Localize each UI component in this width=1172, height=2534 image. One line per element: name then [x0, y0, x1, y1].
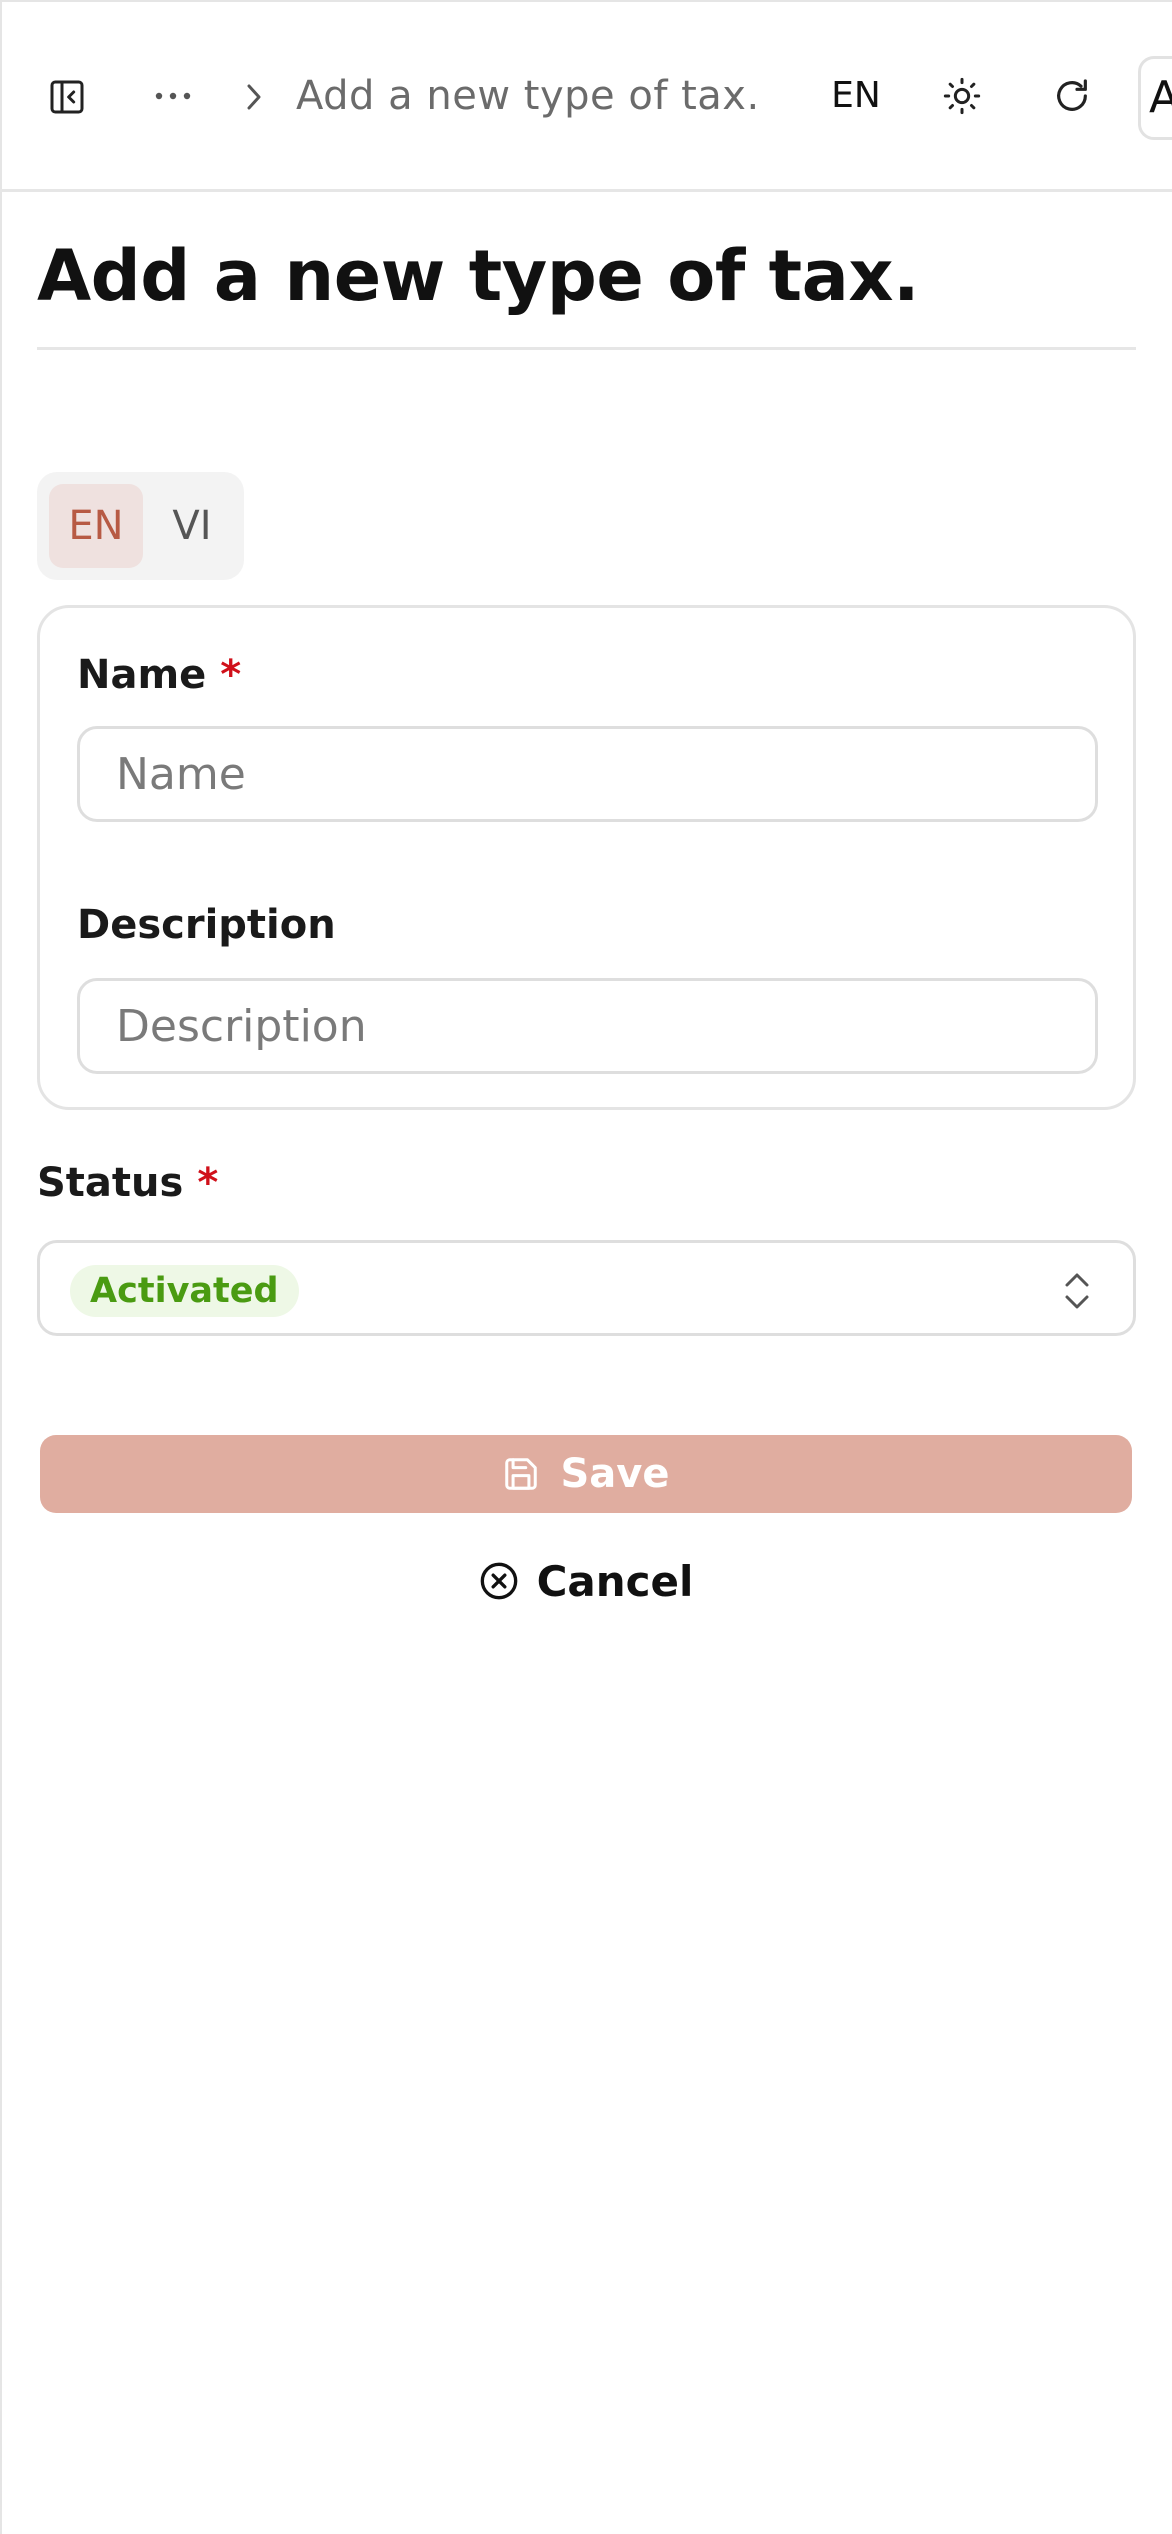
name-input[interactable] [77, 726, 1098, 822]
tab-vi[interactable]: VI [145, 484, 239, 568]
chevrons-up-down-icon [1065, 1273, 1089, 1309]
sidebar-toggle-icon [50, 80, 84, 114]
breadcrumb-separator [236, 76, 272, 118]
name-label: Name * [77, 652, 241, 698]
user-avatar[interactable]: A [1138, 56, 1172, 140]
chevron-right-icon [247, 84, 261, 110]
breadcrumb-current: Add a new type of tax. [296, 73, 760, 119]
title-divider [37, 347, 1136, 350]
status-label-text: Status [37, 1160, 184, 1206]
description-input[interactable] [77, 978, 1098, 1074]
translation-card: Name * Description [37, 605, 1136, 1110]
status-badge: Activated [70, 1265, 299, 1317]
refresh-button[interactable] [1048, 72, 1096, 120]
page-title: Add a new type of tax. [37, 235, 920, 317]
name-label-text: Name [77, 652, 207, 698]
refresh-icon [1057, 79, 1087, 111]
status-select[interactable]: Activated [37, 1240, 1136, 1336]
language-tabs: EN VI [37, 472, 244, 580]
status-label: Status * [37, 1160, 218, 1206]
breadcrumb-more-button[interactable] [150, 76, 196, 116]
language-switcher[interactable]: EN [820, 68, 892, 124]
sidebar-toggle-button[interactable] [44, 74, 90, 120]
cancel-button-label: Cancel [536, 1556, 694, 1606]
theme-toggle-button[interactable] [938, 72, 986, 120]
save-button-label: Save [560, 1451, 670, 1497]
tab-en[interactable]: EN [49, 484, 143, 568]
floppy-disk-icon [505, 1458, 538, 1490]
ellipsis-icon [155, 92, 191, 100]
circle-x-icon [480, 1562, 517, 1600]
cancel-button[interactable]: Cancel [470, 1550, 702, 1612]
sun-icon [943, 77, 981, 115]
description-label: Description [77, 902, 336, 948]
required-mark: * [220, 652, 242, 698]
required-mark: * [197, 1160, 219, 1206]
save-button[interactable]: Save [40, 1435, 1132, 1513]
top-header: Add a new type of tax. EN A [0, 0, 1172, 192]
